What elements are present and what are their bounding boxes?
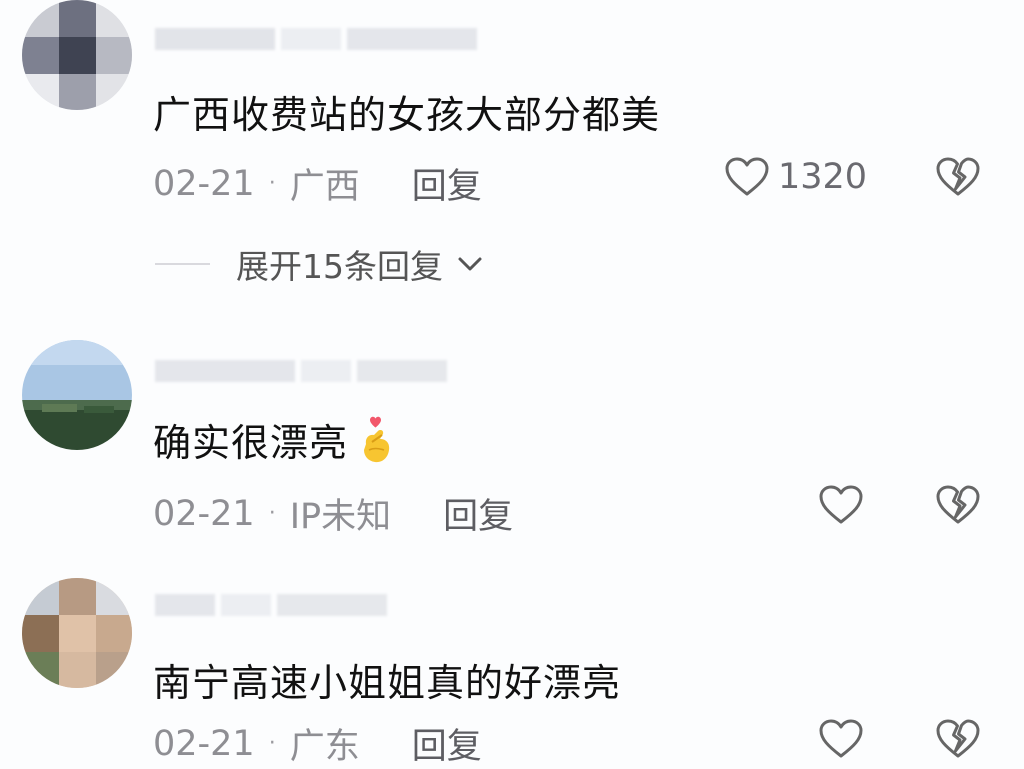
heart-outline-icon bbox=[818, 484, 864, 526]
comment-text: 广西收费站的女孩大部分都美 bbox=[153, 93, 661, 137]
comment-item: 确实很漂亮 02-21 · IP未知 回复 bbox=[0, 330, 1024, 560]
dislike-button[interactable] bbox=[936, 718, 980, 762]
dislike-button[interactable] bbox=[936, 484, 980, 528]
expand-replies-label: 展开15条回复 bbox=[236, 247, 443, 286]
comment-date: 02-21 bbox=[153, 493, 255, 534]
like-count: 1320 bbox=[778, 157, 868, 197]
comment-item: 广西收费站的女孩大部分都美 02-21 · 广西 回复 1320 bbox=[0, 0, 1024, 230]
reply-button[interactable]: 回复 bbox=[443, 488, 513, 539]
like-button[interactable] bbox=[818, 718, 864, 760]
separator-dot: · bbox=[268, 731, 276, 756]
broken-heart-icon bbox=[936, 485, 980, 524]
comment-meta: 02-21 · 广东 回复 bbox=[153, 718, 482, 769]
comment-location: 广东 bbox=[289, 727, 360, 767]
divider-line bbox=[155, 263, 210, 265]
reply-button[interactable]: 回复 bbox=[412, 718, 482, 769]
separator-dot: · bbox=[268, 501, 276, 526]
broken-heart-icon bbox=[936, 719, 980, 758]
chevron-down-icon bbox=[455, 254, 485, 274]
comment-item: 南宁高速小姐姐真的好漂亮 02-21 · 广东 回复 bbox=[0, 570, 1024, 767]
avatar[interactable] bbox=[22, 0, 132, 110]
dislike-button[interactable] bbox=[936, 156, 980, 200]
comment-text-body: 确实很漂亮 bbox=[153, 421, 349, 465]
broken-heart-icon bbox=[936, 157, 980, 196]
avatar[interactable] bbox=[22, 578, 132, 688]
username-blurred[interactable] bbox=[155, 594, 387, 616]
reply-button[interactable]: 回复 bbox=[412, 158, 482, 209]
avatar[interactable] bbox=[22, 340, 132, 450]
like-button[interactable] bbox=[818, 484, 864, 526]
comment-location: 广西 bbox=[289, 167, 360, 207]
comment-date: 02-21 bbox=[153, 163, 255, 204]
expand-replies-button[interactable]: 展开15条回复 bbox=[155, 240, 485, 288]
heart-outline-icon bbox=[724, 156, 770, 198]
comment-meta: 02-21 · IP未知 回复 bbox=[153, 488, 513, 539]
username-blurred[interactable] bbox=[155, 28, 477, 50]
comment-text: 南宁高速小姐姐真的好漂亮 bbox=[153, 661, 622, 705]
heart-outline-icon bbox=[818, 718, 864, 760]
username-blurred[interactable] bbox=[155, 360, 447, 382]
comment-location: IP未知 bbox=[289, 497, 392, 537]
like-button[interactable]: 1320 bbox=[724, 156, 867, 198]
finger-heart-emoji-icon bbox=[356, 414, 396, 466]
comment-meta: 02-21 · 广西 回复 bbox=[153, 158, 482, 209]
comment-text: 确实很漂亮 bbox=[153, 412, 396, 467]
separator-dot: · bbox=[268, 171, 276, 196]
comment-date: 02-21 bbox=[153, 723, 255, 764]
